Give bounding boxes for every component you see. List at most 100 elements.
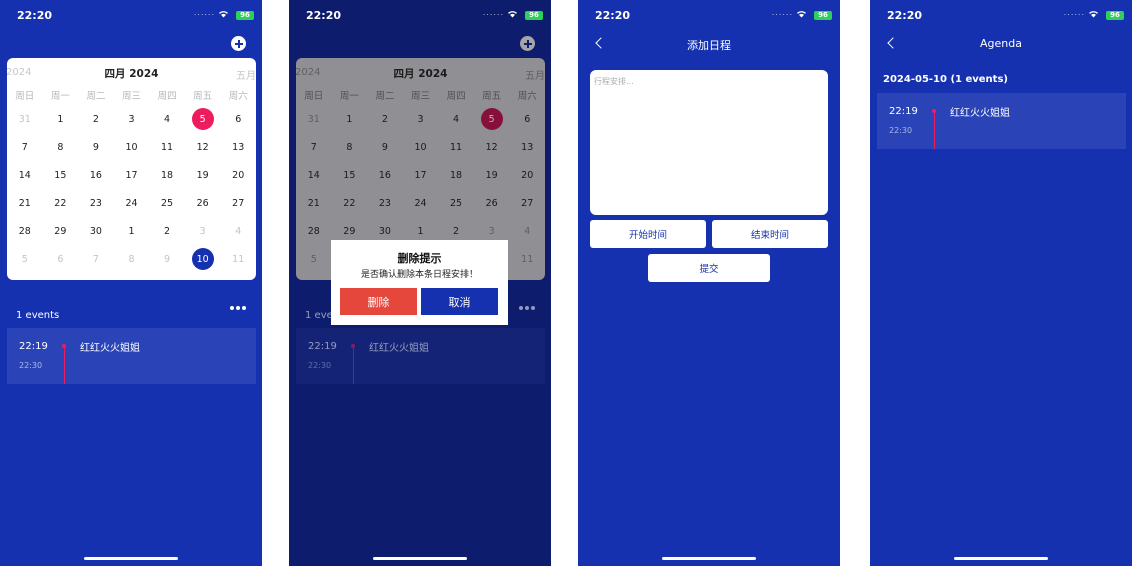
event-item[interactable]: 22:19 22:30 红红火火姐姐 — [877, 93, 1126, 149]
calendar-day[interactable]: 14 — [7, 161, 43, 189]
next-month-label[interactable]: 五月 — [236, 67, 256, 82]
calendar-day[interactable]: 19 — [474, 161, 510, 189]
calendar-day[interactable]: 18 — [149, 161, 185, 189]
calendar-day[interactable]: 3 — [114, 105, 150, 133]
calendar-day[interactable]: 2 — [149, 217, 185, 245]
calendar-day[interactable]: 10 — [185, 245, 221, 273]
calendar-day[interactable]: 8 — [43, 133, 79, 161]
calendar-day-number: 11 — [521, 253, 534, 265]
calendar-day[interactable]: 6 — [220, 105, 256, 133]
calendar-day[interactable]: 27 — [220, 189, 256, 217]
calendar-day[interactable]: 30 — [78, 217, 114, 245]
calendar-day[interactable]: 12 — [185, 133, 221, 161]
calendar-day[interactable]: 26 — [185, 189, 221, 217]
calendar-day[interactable]: 28 — [296, 217, 332, 245]
calendar-day[interactable]: 24 — [403, 189, 439, 217]
calendar-day[interactable]: 14 — [296, 161, 332, 189]
calendar-day[interactable]: 18 — [438, 161, 474, 189]
calendar-day[interactable]: 24 — [114, 189, 150, 217]
calendar-day[interactable]: 11 — [509, 245, 545, 273]
calendar-day-number: 10 — [414, 141, 427, 153]
calendar-day-number: 14 — [18, 169, 31, 181]
calendar-day[interactable]: 4 — [509, 217, 545, 245]
calendar-day[interactable]: 28 — [7, 217, 43, 245]
calendar-day-number: 9 — [92, 141, 99, 153]
end-time-button[interactable]: 结束时间 — [712, 220, 828, 248]
schedule-input[interactable] — [590, 70, 828, 215]
calendar-day[interactable]: 25 — [438, 189, 474, 217]
calendar-day[interactable]: 23 — [367, 189, 403, 217]
calendar-day[interactable]: 5 — [7, 245, 43, 273]
calendar-day-number: 19 — [485, 169, 498, 181]
calendar-day[interactable]: 9 — [78, 133, 114, 161]
calendar-day[interactable]: 10 — [114, 133, 150, 161]
calendar-day[interactable]: 11 — [220, 245, 256, 273]
calendar-day[interactable]: 3 — [403, 105, 439, 133]
calendar-day[interactable]: 13 — [220, 133, 256, 161]
calendar-day[interactable]: 7 — [7, 133, 43, 161]
calendar-day[interactable]: 2 — [78, 105, 114, 133]
calendar-day[interactable]: 8 — [114, 245, 150, 273]
calendar-day[interactable]: 10 — [403, 133, 439, 161]
calendar-day[interactable]: 3 — [185, 217, 221, 245]
calendar-day[interactable]: 11 — [438, 133, 474, 161]
calendar-day[interactable]: 5 — [185, 105, 221, 133]
calendar-day[interactable]: 5 — [296, 245, 332, 273]
calendar-day[interactable]: 12 — [474, 133, 510, 161]
calendar-day[interactable]: 16 — [78, 161, 114, 189]
calendar-day-number: 4 — [164, 113, 171, 125]
calendar-day[interactable]: 23 — [78, 189, 114, 217]
calendar-day[interactable]: 4 — [438, 105, 474, 133]
cancel-button[interactable]: 取消 — [421, 288, 498, 315]
calendar-day[interactable]: 7 — [78, 245, 114, 273]
calendar-day[interactable]: 9 — [367, 133, 403, 161]
calendar-day[interactable]: 6 — [43, 245, 79, 273]
calendar-day-number: 9 — [381, 141, 388, 153]
more-icon[interactable] — [230, 306, 246, 310]
calendar-day[interactable]: 22 — [43, 189, 79, 217]
home-indicator — [954, 557, 1048, 560]
calendar-day[interactable]: 1 — [43, 105, 79, 133]
calendar-day[interactable]: 20 — [220, 161, 256, 189]
add-event-button[interactable] — [231, 36, 246, 51]
event-start-time: 22:19 — [889, 106, 918, 117]
calendar-day[interactable]: 1 — [114, 217, 150, 245]
calendar-day[interactable]: 21 — [296, 189, 332, 217]
calendar-day[interactable]: 26 — [474, 189, 510, 217]
calendar-day[interactable]: 2 — [367, 105, 403, 133]
calendar-day[interactable]: 17 — [403, 161, 439, 189]
calendar-day[interactable]: 21 — [7, 189, 43, 217]
delete-button[interactable]: 删除 — [340, 288, 417, 315]
start-time-button[interactable]: 开始时间 — [590, 220, 706, 248]
calendar-day-number: 5 — [480, 108, 503, 130]
calendar-day[interactable]: 29 — [43, 217, 79, 245]
calendar-day[interactable]: 22 — [332, 189, 368, 217]
calendar: 2024 四月 2024 五月 周日 周一 周二 周三 周四 周五 周六 31 1 2 3 4 5 6 7… — [7, 58, 256, 280]
calendar-day[interactable]: 8 — [332, 133, 368, 161]
calendar-day[interactable]: 9 — [149, 245, 185, 273]
calendar-day[interactable]: 19 — [185, 161, 221, 189]
calendar-day[interactable]: 7 — [296, 133, 332, 161]
calendar-day[interactable]: 15 — [332, 161, 368, 189]
calendar-day[interactable]: 25 — [149, 189, 185, 217]
calendar-day[interactable]: 31 — [7, 105, 43, 133]
calendar-day[interactable]: 15 — [43, 161, 79, 189]
event-item[interactable]: 22:19 22:30 红红火火姐姐 — [7, 328, 256, 384]
calendar-day[interactable]: 16 — [367, 161, 403, 189]
weekday-label: 周日 — [304, 91, 324, 102]
calendar-day[interactable]: 31 — [296, 105, 332, 133]
calendar-day[interactable]: 6 — [509, 105, 545, 133]
calendar-day-number: 10 — [125, 141, 138, 153]
submit-button[interactable]: 提交 — [648, 254, 770, 282]
calendar-day[interactable]: 27 — [509, 189, 545, 217]
page-title: Agenda — [980, 37, 1022, 50]
calendar-day[interactable]: 1 — [332, 105, 368, 133]
calendar-day[interactable]: 13 — [509, 133, 545, 161]
calendar-day[interactable]: 11 — [149, 133, 185, 161]
calendar-day[interactable]: 4 — [220, 217, 256, 245]
calendar-day[interactable]: 17 — [114, 161, 150, 189]
calendar-day[interactable]: 4 — [149, 105, 185, 133]
calendar-day[interactable]: 20 — [509, 161, 545, 189]
calendar-day-number: 16 — [89, 169, 102, 181]
calendar-day[interactable]: 5 — [474, 105, 510, 133]
